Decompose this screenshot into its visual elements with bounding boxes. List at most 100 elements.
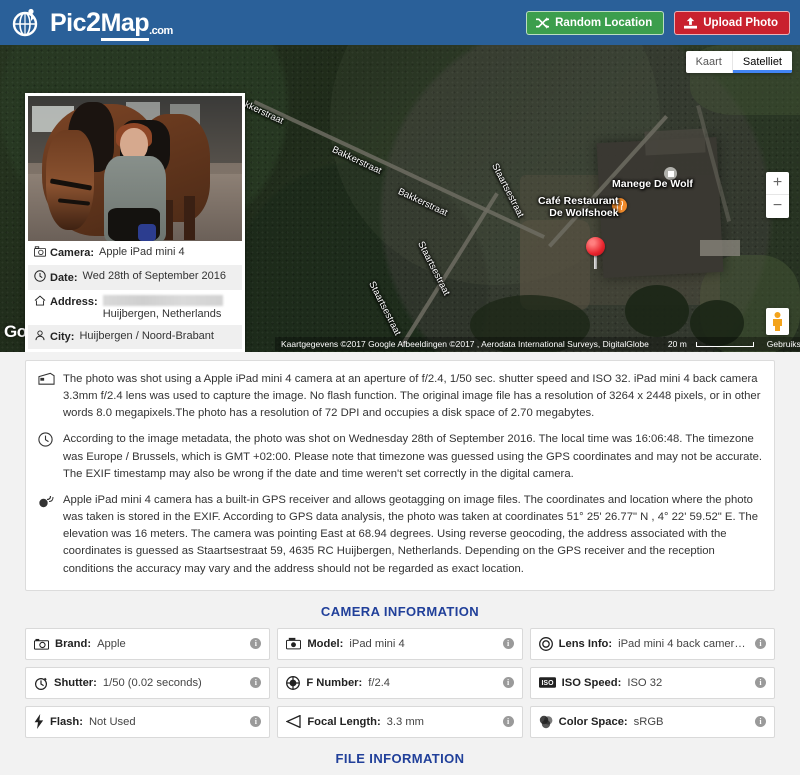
site-logo[interactable]: Pic2Map.com [12, 6, 173, 41]
info-value-camera: Apple iPad mini 4 [99, 246, 185, 258]
camera-icon [286, 637, 302, 650]
logo-pic: Pic [50, 8, 87, 37]
field-value-shutter: 1/50 (0.02 seconds) [102, 676, 202, 689]
info-value-address: Huijbergen, Netherlands [102, 295, 223, 320]
description-text-time: According to the image metadata, the pho… [63, 433, 763, 480]
field-focal-length[interactable]: Focal Length: 3.3 mm i [277, 705, 523, 738]
map-container[interactable]: Bakkerstraat Bakkerstraat Bakkerstraat S… [0, 45, 800, 352]
zoom-in-button[interactable]: + [766, 172, 789, 195]
map-scale-label: 20 m [667, 339, 687, 349]
info-icon[interactable]: i [754, 677, 766, 689]
clock-icon [34, 270, 46, 285]
info-icon[interactable]: i [754, 716, 766, 728]
lens-circle-icon [538, 636, 553, 651]
zoom-out-button[interactable]: − [766, 195, 789, 218]
info-label-date: Date: [34, 270, 78, 285]
field-label-flash: Flash: [50, 715, 83, 728]
photo-thumbnail[interactable] [28, 96, 242, 241]
map-type-control[interactable]: Kaart Satelliet [685, 51, 792, 73]
random-location-label: Random Location [555, 16, 653, 29]
logo-map: Map [100, 8, 150, 41]
field-value-color-space: sRGB [633, 715, 664, 728]
info-icon[interactable]: i [250, 638, 262, 650]
color-space-icon [539, 715, 553, 729]
info-icon[interactable]: i [250, 716, 262, 728]
field-value-model: iPad mini 4 [349, 637, 405, 650]
logo-wordmark: Pic2Map.com [50, 6, 173, 41]
street-view-pegman-icon[interactable] [766, 308, 789, 335]
field-value-f-number: f/2.4 [368, 676, 391, 689]
info-row-camera: Camera: Apple iPad mini 4 [28, 241, 242, 265]
field-label-brand: Brand: [55, 637, 92, 650]
info-icon[interactable]: i [502, 677, 514, 689]
zoom-control[interactable]: + − [766, 172, 789, 218]
site-header: Pic2Map.com Random Location Upload Photo [0, 0, 800, 45]
field-value-flash: Not Used [88, 715, 136, 728]
info-label-camera: Camera: [34, 246, 94, 260]
map-type-kaart[interactable]: Kaart [686, 51, 732, 73]
info-icon[interactable]: i [754, 638, 766, 650]
upload-icon [684, 16, 698, 29]
satellite-icon [38, 492, 56, 578]
poi-label-manege: Manege De Wolf [612, 178, 693, 190]
field-label-lens-info: Lens Info: [558, 637, 613, 650]
field-label-color-space: Color Space: [558, 715, 628, 728]
description-paragraph-time: According to the image metadata, the pho… [38, 431, 762, 482]
field-value-brand: Apple [97, 637, 126, 650]
map-trees [625, 285, 689, 337]
photo-horse-leg [184, 196, 195, 240]
field-lens-info[interactable]: Lens Info: iPad mini 4 back camera 3.3mm… [529, 627, 775, 660]
field-flash[interactable]: Flash: Not Used i [25, 705, 271, 738]
field-f-number[interactable]: F Number: f/2.4 i [277, 666, 523, 699]
field-brand[interactable]: Brand: Apple i [25, 627, 271, 660]
info-value-date: Wed 28th of September 2016 [82, 270, 227, 282]
description-box: The photo was shot using a Apple iPad mi… [25, 360, 775, 591]
field-label-model: Model: [307, 637, 344, 650]
field-label-iso-speed: ISO Speed: [561, 676, 622, 689]
field-iso-speed[interactable]: ISO ISO Speed: ISO 32 i [529, 666, 775, 699]
info-icon[interactable]: i [502, 638, 514, 650]
clock-icon [38, 431, 56, 482]
iso-icon: ISO [538, 677, 556, 688]
map-building-roof [700, 240, 740, 256]
map-terms-link[interactable]: Gebruiksvoorwaarden [761, 339, 800, 349]
map-scale: 20 m [656, 339, 760, 349]
flash-icon [34, 714, 44, 730]
map-type-satelliet[interactable]: Satelliet [731, 51, 792, 73]
photo-location-marker[interactable] [586, 237, 608, 269]
page-content: The photo was shot using a Apple iPad mi… [0, 352, 800, 775]
logo-two: 2 [86, 6, 101, 37]
stopwatch-icon [34, 676, 48, 690]
field-color-space[interactable]: Color Space: sRGB i [529, 705, 775, 738]
camera-information-grid: Brand: Apple i Model: iPad mini 4 i Lens… [25, 627, 775, 738]
camera-body-icon [34, 638, 49, 650]
camera-information-title: CAMERA INFORMATION [320, 603, 480, 619]
poi-restaurant-line2: De Wolfshoek [549, 207, 619, 219]
field-label-shutter: Shutter: [54, 676, 97, 689]
shuffle-icon [536, 16, 550, 29]
field-value-focal-length: 3.3 mm [386, 715, 424, 728]
random-location-button[interactable]: Random Location [526, 10, 665, 35]
info-icon[interactable]: i [502, 716, 514, 728]
person-icon [34, 330, 46, 344]
info-icon[interactable]: i [250, 677, 262, 689]
upload-photo-button[interactable]: Upload Photo [674, 10, 790, 35]
photo-person-detail [138, 224, 156, 241]
aperture-icon [286, 675, 301, 690]
camera-icon [34, 246, 46, 260]
field-shutter[interactable]: Shutter: 1/50 (0.02 seconds) i [25, 666, 271, 699]
field-value-iso-speed: ISO 32 [627, 676, 663, 689]
map-attribution-bar: Kaartgegevens ©2017 Google Afbeeldingen … [275, 337, 800, 351]
poi-label-restaurant: Café Restaurant De Wolfshoek [538, 195, 619, 219]
info-label-address: Address: [34, 295, 98, 309]
field-value-lens-info: iPad mini 4 back camera 3.3mm … [618, 637, 749, 650]
description-text-gps: Apple iPad mini 4 camera has a built-in … [63, 493, 758, 575]
info-label-city: City: [34, 330, 74, 344]
globe-pin-logo-icon [12, 8, 42, 38]
marker-head [586, 237, 605, 256]
field-model[interactable]: Model: iPad mini 4 i [277, 627, 523, 660]
map-attribution-text: Kaartgegevens ©2017 Google Afbeeldingen … [281, 339, 649, 349]
address-city-country: Huijbergen, Netherlands [102, 308, 222, 320]
poi-restaurant-line1: Café Restaurant [538, 195, 619, 207]
logo-dotcom: .com [149, 24, 173, 37]
